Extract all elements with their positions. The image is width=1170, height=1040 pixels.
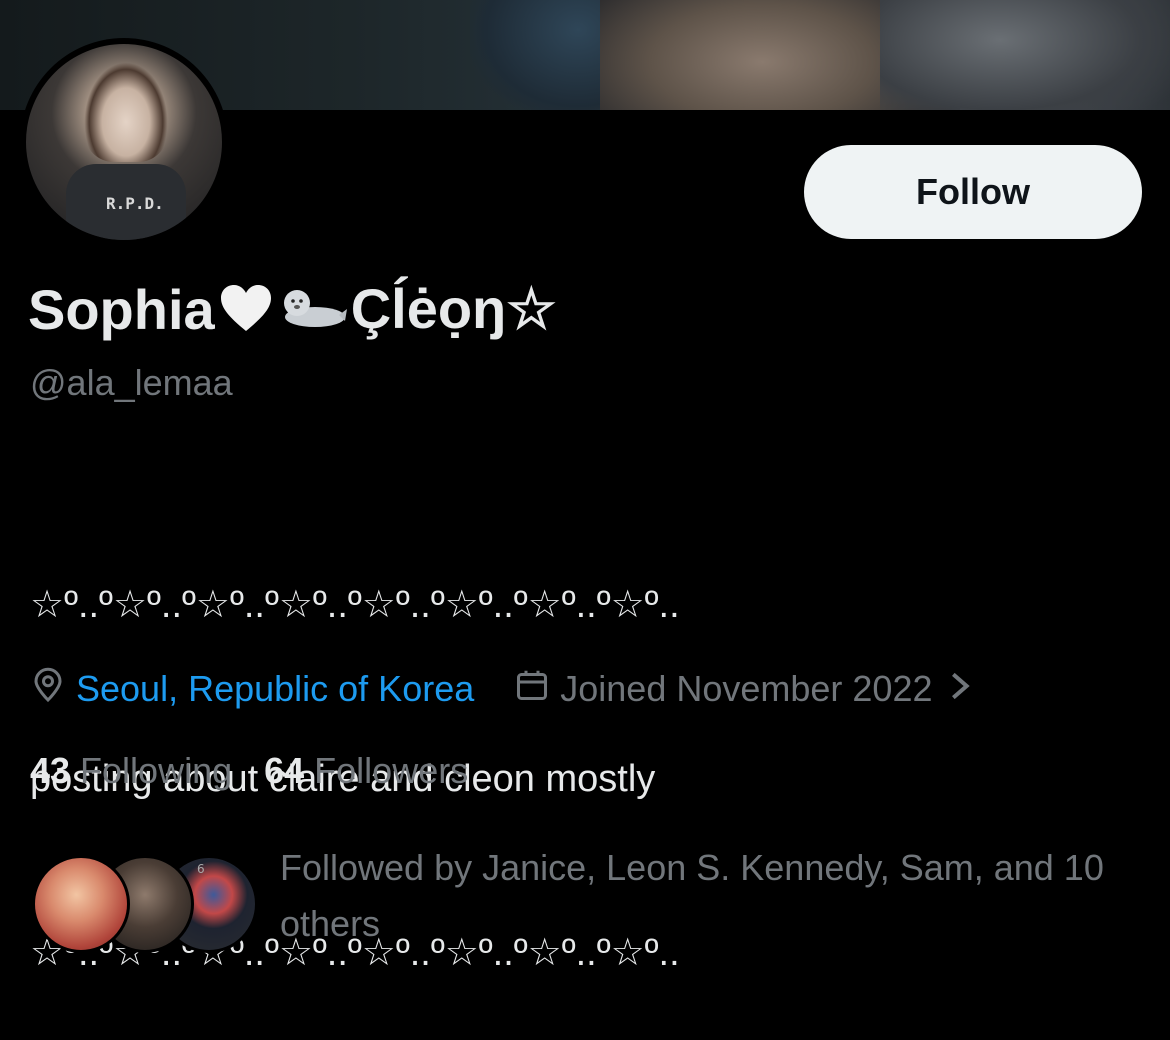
location[interactable]: Seoul, Republic of Korea <box>30 667 474 712</box>
following-count: 43 <box>30 750 71 791</box>
chevron-right-icon[interactable] <box>950 668 971 710</box>
joined-text: Joined November 2022 <box>560 668 933 709</box>
location-pin-icon <box>30 667 66 712</box>
profile-handle: @ala_lemaa <box>30 362 233 403</box>
followers-label: Followers <box>314 750 469 791</box>
followed-by-text[interactable]: Followed by Janice, Leon S. Kennedy, Sam… <box>280 840 1140 952</box>
display-name-text: Sophia <box>28 277 215 341</box>
banner-image-part <box>880 0 1170 110</box>
followed-by-avatars[interactable]: 6 <box>32 855 258 953</box>
followers-count: 64 <box>264 750 305 791</box>
following-label: Following <box>80 750 233 791</box>
calendar-icon <box>514 667 550 712</box>
display-name: Sophia Çĺėọŋ☆ <box>28 276 556 342</box>
following-link[interactable]: 43 Following <box>30 750 232 792</box>
avatar-face <box>84 62 168 162</box>
follow-button[interactable]: Follow <box>804 145 1142 239</box>
display-name-suffix: Çĺėọŋ☆ <box>350 277 557 340</box>
location-link[interactable]: Seoul, Republic of Korea <box>76 668 474 710</box>
profile-avatar[interactable]: R.P.D. <box>20 38 228 246</box>
joined-date[interactable]: Joined November 2022 <box>514 667 971 712</box>
profile-meta: Seoul, Republic of Korea Joined November… <box>30 666 971 712</box>
white-heart-icon <box>219 284 273 334</box>
avatar-image: R.P.D. <box>26 44 222 240</box>
follower-avatar-badge: 6 <box>197 862 205 876</box>
followers-link[interactable]: 64 Followers <box>264 750 468 792</box>
avatar-vest-label: R.P.D. <box>106 194 164 213</box>
profile-stats: 43 Following 64 Followers <box>30 750 468 792</box>
bio-line: ☆º..º☆º..º☆º..º☆º..º☆º..º☆º..º☆º..º☆º.. <box>30 584 680 626</box>
follower-avatar <box>32 855 130 953</box>
seal-icon <box>281 287 347 331</box>
